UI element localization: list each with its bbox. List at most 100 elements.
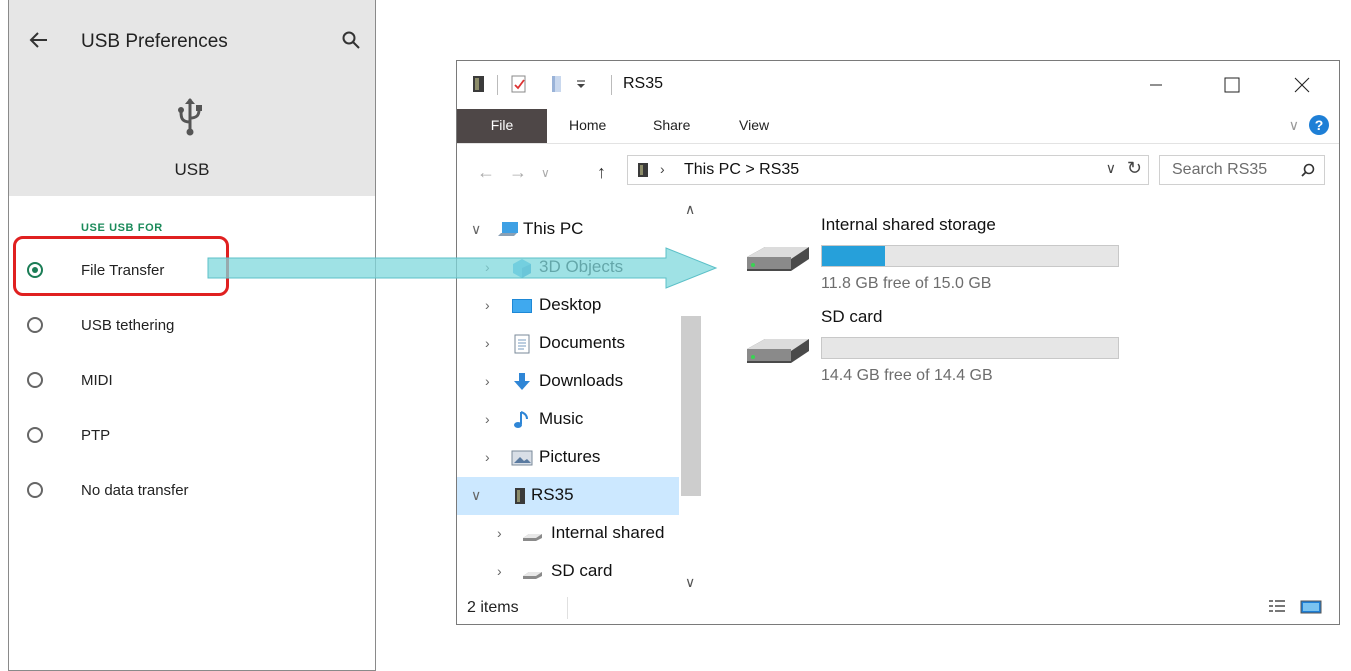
minimize-button[interactable] — [1133, 65, 1179, 105]
radio-button[interactable] — [27, 317, 43, 333]
navigation-pane: ∨ This PC › 3D Objects › Desktop › Docum… — [457, 201, 705, 591]
option-label: PTP — [81, 427, 111, 444]
search-box[interactable]: Search RS35 — [1159, 155, 1325, 185]
window-title: RS35 — [623, 75, 664, 92]
device-icon — [638, 163, 648, 177]
nav-label: Documents — [539, 333, 625, 352]
item-count: 2 items — [467, 599, 519, 616]
option-midi[interactable]: MIDI — [9, 362, 375, 402]
chevron-right-icon[interactable]: › — [485, 411, 490, 427]
tab-home[interactable]: Home — [569, 117, 606, 133]
option-label: USB tethering — [81, 317, 175, 334]
nav-item-pictures[interactable]: › Pictures — [457, 439, 679, 477]
refresh-icon[interactable]: ↻ — [1127, 158, 1142, 179]
nav-item-desktop[interactable]: › Desktop — [457, 287, 679, 325]
device-icon — [515, 488, 525, 504]
new-folder-icon[interactable] — [549, 75, 565, 93]
nav-label: Downloads — [539, 371, 624, 390]
section-header: USE USB FOR — [81, 222, 163, 234]
address-bar[interactable]: › This PC > RS35 ∨ ↻ — [627, 155, 1149, 185]
drive-sd-card[interactable]: SD card 14.4 GB free of 14.4 GB — [743, 301, 1119, 384]
divider — [567, 597, 568, 619]
nav-item-music[interactable]: › Music — [457, 401, 679, 439]
option-usb-tethering[interactable]: USB tethering — [9, 307, 375, 347]
forward-icon[interactable]: → — [509, 162, 527, 183]
music-icon — [514, 411, 528, 428]
customize-quick-access-icon[interactable] — [575, 75, 587, 93]
nav-item-sd-card[interactable]: › SD card — [457, 553, 679, 591]
nav-item-3d-objects[interactable]: › 3D Objects — [457, 249, 679, 287]
arrow-back-icon[interactable] — [27, 28, 51, 52]
option-ptp[interactable]: PTP — [9, 417, 375, 457]
chevron-right-icon[interactable]: › — [485, 297, 490, 313]
view-toggle — [1269, 600, 1322, 614]
tab-share[interactable]: Share — [653, 117, 690, 133]
downloads-icon — [514, 373, 530, 390]
title-bar: RS35 — [457, 61, 1339, 109]
chevron-right-icon[interactable]: › — [485, 335, 490, 351]
radio-button[interactable] — [27, 482, 43, 498]
nav-label: RS35 — [531, 485, 574, 504]
file-explorer-window: RS35 File Home Share View ∨ ? ← → ∨ ↑ › … — [456, 60, 1340, 625]
nav-item-documents[interactable]: › Documents — [457, 325, 679, 363]
chevron-down-icon[interactable]: ∨ — [471, 221, 481, 238]
nav-label: 3D Objects — [539, 257, 624, 276]
help-icon[interactable]: ? — [1309, 115, 1329, 135]
nav-label: SD card — [551, 561, 613, 580]
drive-internal-shared-storage[interactable]: Internal shared storage 11.8 GB free of … — [743, 209, 1119, 292]
chevron-down-icon[interactable]: ∨ — [471, 487, 481, 504]
up-icon[interactable]: ↑ — [597, 162, 606, 183]
chevron-right-icon[interactable]: › — [497, 563, 502, 579]
chevron-down-icon[interactable]: ∨ — [1106, 160, 1116, 177]
nav-item-this-pc[interactable]: ∨ This PC — [457, 211, 679, 249]
drive-icon — [523, 572, 542, 579]
3d-objects-icon — [513, 259, 531, 278]
nav-item-internal-shared[interactable]: › Internal shared — [457, 515, 679, 553]
ribbon-tabs: File Home Share View ∨ ? — [457, 109, 1339, 143]
chevron-right-icon[interactable]: › — [497, 525, 502, 541]
recent-locations-icon[interactable]: ∨ — [541, 166, 550, 180]
chevron-right-icon[interactable]: › — [660, 161, 665, 177]
android-usb-preferences: USB Preferences USB USE USB FOR File Tra… — [8, 0, 376, 671]
scroll-down-icon[interactable]: ∨ — [685, 574, 695, 591]
drive-name: SD card — [821, 307, 883, 326]
nav-scrollbar[interactable]: ∧ ∨ — [679, 201, 705, 591]
option-label: MIDI — [81, 372, 113, 389]
tab-view[interactable]: View — [739, 117, 769, 133]
search-icon[interactable] — [1300, 162, 1316, 178]
capacity-bar — [821, 245, 1119, 267]
nav-label: This PC — [523, 219, 584, 238]
scroll-up-icon[interactable]: ∧ — [685, 201, 695, 218]
search-icon[interactable] — [341, 30, 361, 50]
expand-ribbon-icon[interactable]: ∨ — [1289, 117, 1299, 134]
documents-icon — [514, 334, 530, 354]
details-view-icon — [1269, 600, 1285, 612]
nav-label: Desktop — [539, 295, 602, 314]
chevron-right-icon[interactable]: › — [485, 449, 490, 465]
radio-button[interactable] — [27, 427, 43, 443]
drive-free-space: 11.8 GB free of 15.0 GB — [821, 275, 992, 292]
radio-button[interactable] — [27, 372, 43, 388]
properties-icon[interactable] — [511, 75, 527, 93]
device-icon — [473, 76, 484, 92]
option-no-data-transfer[interactable]: No data transfer — [9, 472, 375, 512]
search-placeholder: Search RS35 — [1172, 161, 1268, 178]
tab-file[interactable]: File — [457, 109, 547, 143]
usb-icon — [178, 98, 202, 136]
close-button[interactable] — [1279, 65, 1325, 105]
this-pc-icon — [498, 222, 518, 236]
chevron-right-icon[interactable]: › — [485, 259, 490, 275]
content-pane: Internal shared storage 11.8 GB free of … — [705, 201, 1339, 591]
nav-label: Pictures — [539, 447, 601, 466]
page-title: USB Preferences — [81, 31, 228, 52]
nav-item-rs35[interactable]: ∨ RS35 — [457, 477, 679, 515]
desktop-icon — [512, 299, 532, 313]
scrollbar-thumb[interactable] — [681, 316, 701, 496]
drive-name: Internal shared storage — [821, 215, 996, 234]
maximize-button[interactable] — [1209, 65, 1255, 105]
back-icon[interactable]: ← — [477, 162, 495, 183]
drive-free-space: 14.4 GB free of 14.4 GB — [821, 367, 993, 384]
chevron-right-icon[interactable]: › — [485, 373, 490, 389]
nav-item-downloads[interactable]: › Downloads — [457, 363, 679, 401]
nav-label: Internal shared — [551, 523, 665, 542]
